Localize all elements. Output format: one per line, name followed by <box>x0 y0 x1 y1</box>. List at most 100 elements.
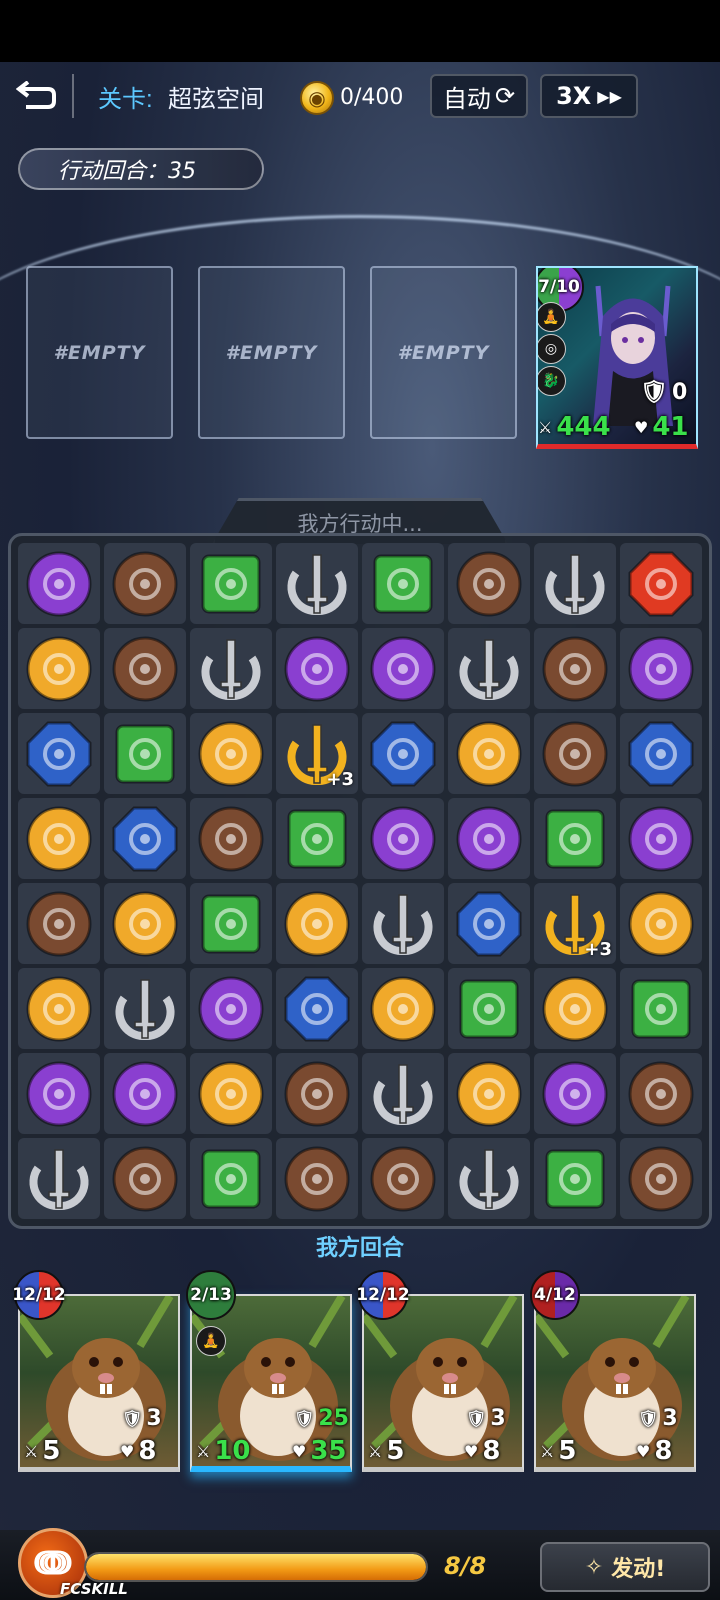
sword-icon: ⚔ <box>540 1441 555 1461</box>
board-cell[interactable] <box>362 883 444 964</box>
board-cell[interactable] <box>104 543 186 624</box>
board-cell[interactable] <box>448 798 530 879</box>
hand-card[interactable]: 🛡 3 ⚔ 5 ♥ 8 <box>18 1294 180 1472</box>
board-cell[interactable] <box>448 968 530 1049</box>
status-bar <box>0 0 720 62</box>
board-cell[interactable] <box>534 1138 616 1219</box>
silver-gem-icon <box>459 1148 519 1210</box>
board-cell[interactable] <box>448 1138 530 1219</box>
hand-card[interactable]: 🛡 25 ⚔ 10 ♥ 35 🧘 <box>190 1294 352 1472</box>
hand-card[interactable]: 🛡 3 ⚔ 5 ♥ 8 <box>362 1294 524 1472</box>
speed-label: 3X <box>556 82 592 110</box>
board-cell[interactable] <box>448 883 530 964</box>
gold-gem-icon <box>370 976 436 1041</box>
card-health-value: 35 <box>310 1436 347 1466</box>
enemy-card[interactable]: 7/10 🧘 ◎ 🐉 🛡 0 ⚔ 444 ♥ 41 <box>536 266 698 449</box>
board-cell[interactable] <box>362 1053 444 1134</box>
board-cell[interactable] <box>104 713 186 794</box>
board-cell[interactable] <box>190 628 272 709</box>
board-cell[interactable] <box>362 968 444 1049</box>
board-cell[interactable] <box>190 713 272 794</box>
card-attack-value: 10 <box>214 1436 251 1466</box>
board-cell[interactable] <box>104 968 186 1049</box>
gold-gem-icon <box>26 636 92 701</box>
board-cell[interactable] <box>276 968 358 1049</box>
board-cell[interactable] <box>362 713 444 794</box>
blue-gem-icon <box>26 721 92 786</box>
board-cell[interactable] <box>190 1138 272 1219</box>
speed-button[interactable]: 3X ▶▶ <box>540 74 638 118</box>
board-cell[interactable] <box>620 798 702 879</box>
board-cell[interactable] <box>534 713 616 794</box>
enemy-shield-value: 0 <box>671 380 688 405</box>
board-cell[interactable] <box>190 798 272 879</box>
board-cell[interactable] <box>534 968 616 1049</box>
board-cell[interactable] <box>18 798 100 879</box>
gold-gem-icon <box>26 976 92 1041</box>
purple-gem-icon <box>26 1061 92 1126</box>
board-cell[interactable] <box>276 1138 358 1219</box>
board-cell[interactable] <box>276 543 358 624</box>
board-cell[interactable] <box>620 713 702 794</box>
brown-gem-icon <box>112 1146 178 1211</box>
board-cell[interactable] <box>620 628 702 709</box>
board-cell[interactable] <box>534 628 616 709</box>
board-cell[interactable] <box>18 713 100 794</box>
board-cell[interactable] <box>18 543 100 624</box>
board-cell[interactable] <box>362 543 444 624</box>
gold-gem-icon <box>284 891 350 956</box>
board-cell[interactable] <box>18 628 100 709</box>
board-cell[interactable] <box>534 1053 616 1134</box>
board-cell[interactable] <box>534 543 616 624</box>
board-cell[interactable] <box>104 628 186 709</box>
board-cell[interactable] <box>362 1138 444 1219</box>
card-health: ♥ 8 <box>120 1436 156 1466</box>
board-cell[interactable] <box>276 628 358 709</box>
board-cell[interactable]: +3 <box>534 883 616 964</box>
board-cell[interactable] <box>104 883 186 964</box>
board-cell[interactable] <box>276 798 358 879</box>
board-cell[interactable] <box>104 1053 186 1134</box>
board-cell[interactable] <box>190 883 272 964</box>
board-cell[interactable] <box>18 968 100 1049</box>
board-cell[interactable] <box>190 968 272 1049</box>
board-cell[interactable] <box>448 543 530 624</box>
grid-menu-icon[interactable] <box>664 78 700 114</box>
board-cell[interactable] <box>190 543 272 624</box>
board-cell[interactable] <box>362 628 444 709</box>
board-cell[interactable] <box>620 1053 702 1134</box>
board-cell[interactable] <box>620 968 702 1049</box>
board-cell[interactable] <box>190 1053 272 1134</box>
board-cell[interactable] <box>276 883 358 964</box>
board-cell[interactable] <box>448 713 530 794</box>
board-cell[interactable] <box>362 798 444 879</box>
board-cell[interactable]: +3 <box>276 713 358 794</box>
silver-gem-icon <box>201 638 261 700</box>
sword-icon: ⚔ <box>368 1441 383 1461</box>
board-cell[interactable] <box>18 1138 100 1219</box>
board-cell[interactable] <box>448 628 530 709</box>
board-cell[interactable] <box>276 1053 358 1134</box>
board-cell[interactable] <box>104 798 186 879</box>
brown-gem-icon <box>456 551 522 616</box>
back-arrow-icon[interactable] <box>14 76 58 116</box>
blue-gem-icon <box>370 721 436 786</box>
board-cell[interactable] <box>18 883 100 964</box>
level-name: 超弦空间 <box>168 85 264 113</box>
board-cell[interactable] <box>620 1138 702 1219</box>
dragon-icon: 🐉 <box>538 366 566 396</box>
board-cell[interactable] <box>620 543 702 624</box>
brown-gem-icon <box>112 551 178 616</box>
card-shield: 🛡 25 <box>294 1406 349 1431</box>
board-cell[interactable] <box>18 1053 100 1134</box>
board-cell[interactable] <box>448 1053 530 1134</box>
board-cell[interactable] <box>620 883 702 964</box>
silver-gem-icon <box>29 1148 89 1210</box>
card-cost: 4/12 <box>534 1285 576 1305</box>
auto-button[interactable]: 自动 ⟳ <box>430 74 528 118</box>
hand-card[interactable]: 🛡 3 ⚔ 5 ♥ 8 <box>534 1294 696 1472</box>
coin-icon: ◉ <box>300 81 334 115</box>
launch-button[interactable]: ✧ 发动! <box>540 1542 710 1592</box>
board-cell[interactable] <box>534 798 616 879</box>
board-cell[interactable] <box>104 1138 186 1219</box>
